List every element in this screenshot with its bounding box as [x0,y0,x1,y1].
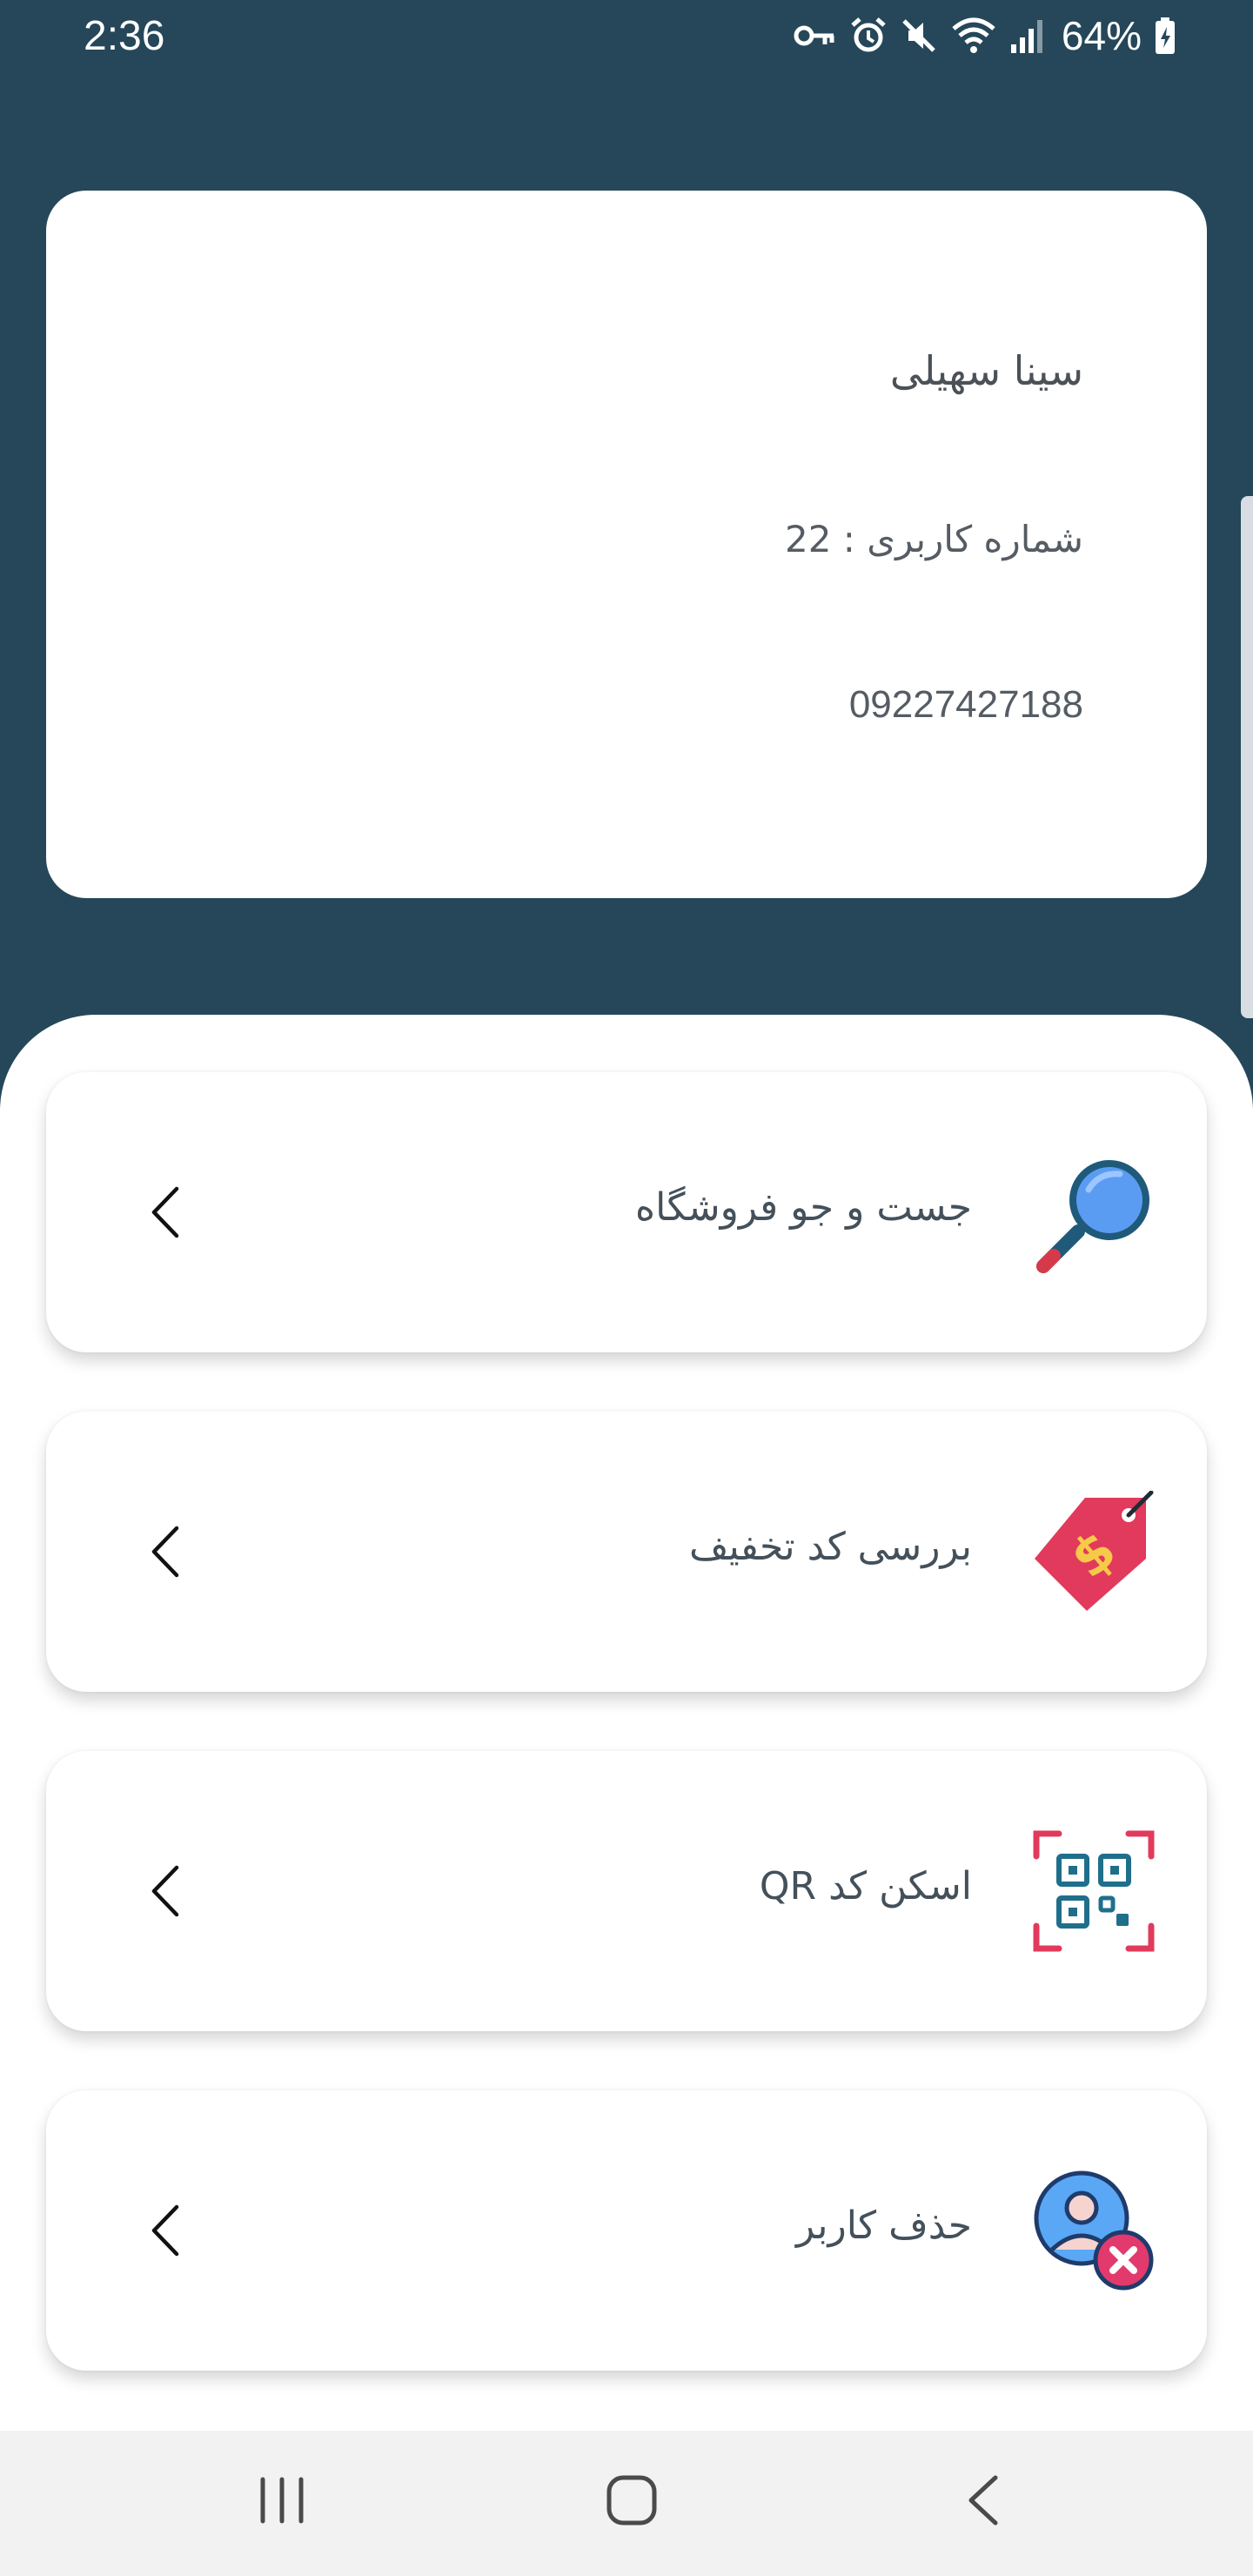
delete-user-icon [1033,2170,1155,2291]
status-time: 2:36 [84,13,165,59]
menu-item-discount-check[interactable]: بررسی کد تخفیف $ [46,1412,1207,1692]
chevron-left-icon [151,1526,180,1581]
alarm-icon [849,17,888,55]
menu-item-delete-user[interactable]: حذف کاربر [46,2090,1207,2371]
menu-item-store-search[interactable]: جست و جو فروشگاه [46,1072,1207,1352]
signal-icon [1009,17,1044,55]
magnifier-icon [1033,1151,1155,1273]
navigation-bar [0,2431,1253,2576]
price-tag-icon: $ [1033,1491,1155,1613]
menu-item-label: حذف کاربر [795,2204,972,2248]
menu-item-qr-scan[interactable]: اسکن کد QR [46,1751,1207,2031]
chevron-left-icon [151,1186,180,1242]
profile-name: سینا سهیلی [889,347,1083,394]
menu-sheet: جست و جو فروشگاه بررسی کد تخفیف $ اسکن ک… [0,1015,1253,2431]
wifi-icon [950,17,997,55]
profile-user-number: شماره کاربری : 22 [784,518,1083,560]
recent-apps-icon[interactable] [258,2474,306,2530]
menu-item-label: اسکن کد QR [759,1864,972,1909]
mute-icon [900,17,938,55]
profile-card: سینا سهیلی شماره کاربری : 22 09227427188 [46,191,1207,898]
chevron-left-icon [151,2204,180,2260]
home-icon[interactable] [606,2474,658,2530]
chevron-left-icon [151,1865,180,1921]
qr-code-icon [1033,1830,1155,1952]
menu-item-label: جست و جو فروشگاه [635,1185,972,1230]
profile-phone: 09227427188 [848,683,1083,726]
key-icon [794,20,837,51]
scroll-indicator[interactable] [1241,496,1253,1018]
back-icon[interactable] [966,2474,1001,2530]
menu-item-label: بررسی کد تخفیف [688,1525,972,1569]
battery-charging-icon [1154,17,1176,55]
status-bar: 2:36 64% [0,0,1253,78]
battery-percentage: 64% [1061,13,1142,58]
status-icons: 64% [794,12,1176,59]
